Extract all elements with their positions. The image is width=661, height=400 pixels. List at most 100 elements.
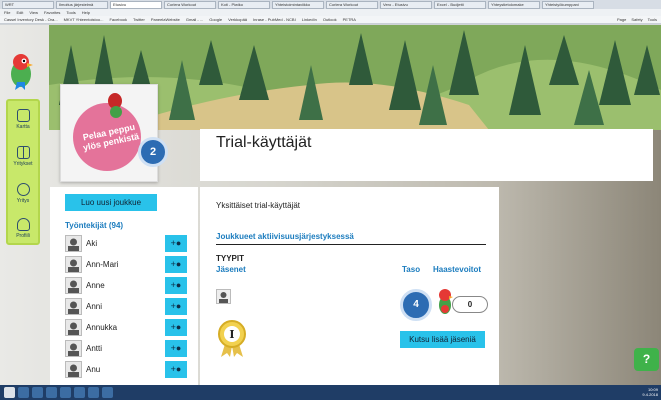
sidebar-item-label: Yritys	[16, 198, 30, 204]
sidebar-item-kartta[interactable]: Kartta	[10, 107, 36, 137]
browser-tab[interactable]: Excel - Budjetti	[434, 0, 486, 9]
menu-item[interactable]: File	[4, 9, 10, 16]
chrome-icon[interactable]	[102, 387, 113, 398]
toolbar-menu[interactable]: Page	[617, 16, 626, 23]
add-user-icon: +●	[170, 301, 182, 311]
browser-tab[interactable]: Corlera Workout	[164, 0, 216, 9]
group-profile-image: Pelaa peppu ylös penkistä	[60, 84, 158, 182]
employee-avatar	[65, 319, 82, 336]
browser-tab[interactable]: Koti - Piwiko	[218, 0, 270, 9]
map-icon	[16, 109, 30, 122]
toolbar-menu[interactable]: Tools	[648, 16, 657, 23]
clock-date: 9.4.2018	[642, 392, 658, 397]
award-ribbon-icon: I	[217, 320, 247, 358]
favorite-link[interactable]: PaneelaWebsite	[151, 16, 180, 23]
favorite-link[interactable]: Gmail - ...	[186, 16, 203, 23]
browser-tab[interactable]: WRT	[2, 0, 54, 9]
sidebar-item-yritys[interactable]: Yritys	[10, 181, 36, 211]
add-user-button[interactable]: +●	[165, 340, 187, 357]
word-icon[interactable]	[60, 387, 71, 398]
sidebar-item-label: Kartta	[16, 124, 30, 130]
browser-tab[interactable]: Corlera Workout	[326, 0, 378, 9]
favorites-bar: Cassel Inventory Desk - Ora... MKVT Yhtee…	[0, 16, 661, 24]
user-icon	[68, 280, 79, 293]
favorite-link[interactable]: Outlook	[323, 16, 337, 23]
browser-tab[interactable]: Yhteistyökumppani	[542, 0, 594, 9]
favorite-link[interactable]: Inrase - PubMed - NCBI	[253, 16, 296, 23]
employees-heading: Työntekijät (94)	[65, 221, 124, 230]
add-user-icon: +●	[170, 238, 182, 248]
sidebar-item-label: Profiili	[16, 233, 30, 239]
divider	[216, 244, 486, 245]
start-icon[interactable]	[4, 387, 15, 398]
sidebar-item-label: Yritykset	[13, 161, 33, 167]
browser-tab[interactable]: Yhteistoimintaviikko	[272, 0, 324, 9]
menu-item[interactable]: View	[29, 9, 38, 16]
employee-row: Anne +●	[65, 277, 189, 295]
employee-avatar	[65, 256, 82, 273]
user-icon	[219, 292, 228, 303]
sidebar-item-yritykset[interactable]: Yritykset	[10, 144, 36, 174]
browser-icon[interactable]	[32, 387, 43, 398]
employee-avatar	[65, 235, 82, 252]
add-user-button[interactable]: +●	[165, 277, 187, 294]
employee-avatar	[65, 340, 82, 357]
member-count-badge: 2	[138, 137, 168, 167]
user-icon	[68, 364, 79, 377]
member-avatar[interactable]	[216, 289, 231, 304]
add-user-button[interactable]: +●	[165, 298, 187, 315]
browser-tab[interactable]: Vero - Etusivu	[380, 0, 432, 9]
favorite-link[interactable]: Cassel Inventory Desk - Ora...	[4, 16, 58, 23]
types-label: TYYPIT	[216, 254, 245, 263]
menu-item[interactable]: Edit	[16, 9, 23, 16]
favorite-link[interactable]: Verkkopää	[228, 16, 247, 23]
people-icon	[16, 183, 30, 196]
employee-name: Ann-Mari	[86, 260, 119, 269]
user-icon	[68, 301, 79, 314]
favorite-link[interactable]: PETRA	[343, 16, 356, 23]
employee-row: Antti +●	[65, 340, 189, 358]
outlook-icon[interactable]	[46, 387, 57, 398]
profile-icon	[16, 218, 30, 231]
browser-menu-bar: File Edit View Favorites Tools Help	[0, 9, 661, 16]
explorer-icon[interactable]	[18, 387, 29, 398]
favorite-link[interactable]: Twitter	[133, 16, 145, 23]
help-button[interactable]: ?	[634, 348, 659, 371]
toolbar-menu[interactable]: Safety	[631, 16, 642, 23]
employee-row: Annukka +●	[65, 319, 189, 337]
add-user-button[interactable]: +●	[165, 361, 187, 378]
employee-row: Ann-Mari +●	[65, 256, 189, 274]
favorite-link[interactable]: Google	[209, 16, 222, 23]
favorite-link[interactable]: LinkedIn	[302, 16, 317, 23]
favorite-link[interactable]: Facebook	[109, 16, 127, 23]
menu-item[interactable]: Help	[82, 9, 90, 16]
sidebar-item-profiili[interactable]: Profiili	[10, 216, 36, 246]
browser-tab[interactable]: Yhteystietolomake	[488, 0, 540, 9]
add-user-icon: +●	[170, 259, 182, 269]
powerpoint-icon[interactable]	[88, 387, 99, 398]
add-user-button[interactable]: +●	[165, 256, 187, 273]
windows-taskbar: 10:09 9.4.2018	[0, 385, 661, 400]
create-group-button[interactable]: Luo uusi joukkue	[65, 194, 157, 211]
excel-icon[interactable]	[74, 387, 85, 398]
user-icon	[68, 343, 79, 356]
grid-icon	[16, 146, 30, 159]
browser-tab[interactable]: Ilmoitus järjestelmä	[56, 0, 108, 9]
employee-avatar	[65, 298, 82, 315]
add-user-icon: +●	[170, 280, 182, 290]
level-badge: 4	[400, 289, 432, 321]
page-title: Trial-käyttäjät	[216, 134, 312, 151]
employee-name: Anni	[86, 302, 103, 311]
subtitle: Yksittäiset trial-käyttäjät	[216, 201, 301, 210]
user-icon	[68, 322, 79, 335]
invite-members-button[interactable]: Kutsu lisää jäseniä	[400, 331, 485, 348]
browser-tab[interactable]: Etusivu	[110, 0, 162, 9]
add-user-button[interactable]: +●	[165, 235, 187, 252]
menu-item[interactable]: Favorites	[44, 9, 60, 16]
active-groups-link[interactable]: Joukkueet aktiivisuusjärjestyksessä	[216, 232, 354, 241]
add-user-button[interactable]: +●	[165, 319, 187, 336]
favorite-link[interactable]: MKVT Yhteentoistoo...	[64, 16, 104, 23]
menu-item[interactable]: Tools	[66, 9, 75, 16]
employee-name: Anne	[86, 281, 105, 290]
employee-avatar	[65, 277, 82, 294]
